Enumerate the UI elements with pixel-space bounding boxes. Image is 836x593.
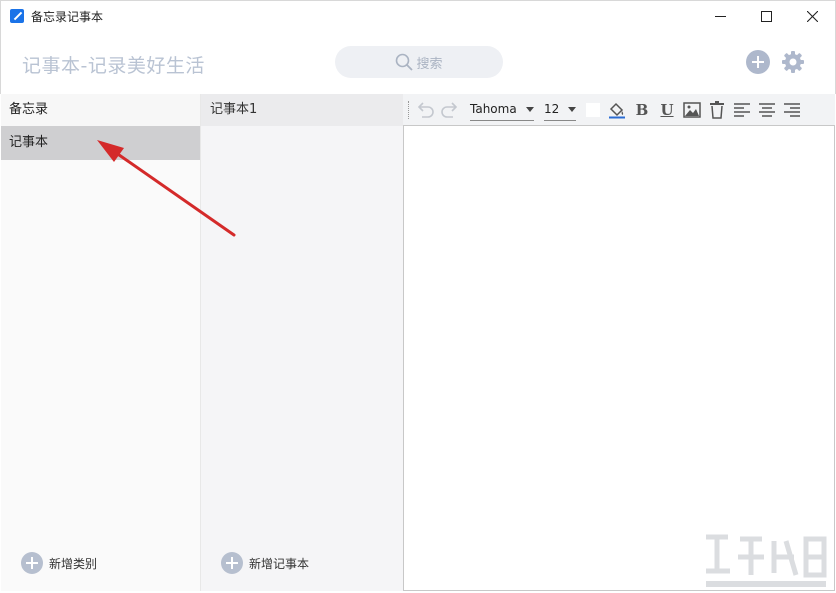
brand-title: 记事本-记录美好生活	[22, 55, 205, 77]
chevron-down-icon	[568, 106, 576, 112]
title-bar: 备忘录记事本	[0, 0, 836, 31]
align-right-icon	[784, 102, 800, 117]
format-toolbar: Tahoma 12 B U	[403, 94, 835, 125]
align-left-icon	[734, 102, 750, 117]
undo-button[interactable]	[414, 99, 436, 121]
add-note-footer-button[interactable]: 新增记事本	[221, 552, 309, 574]
search-icon	[396, 53, 414, 71]
align-left-button[interactable]	[731, 99, 753, 121]
note-item[interactable]: 记事本1	[201, 94, 403, 126]
insert-image-button[interactable]	[681, 99, 703, 121]
add-category-button[interactable]: 新增类别	[21, 552, 97, 574]
app-icon	[10, 9, 24, 23]
undo-icon	[417, 101, 434, 118]
editor-pane: Tahoma 12 B U	[403, 94, 835, 591]
maximize-icon	[760, 11, 772, 22]
category-item-notebook[interactable]: 记事本	[1, 126, 200, 160]
font-family-select[interactable]: Tahoma	[470, 99, 534, 121]
image-icon	[683, 101, 701, 118]
window-controls	[697, 1, 835, 32]
close-icon	[806, 11, 818, 22]
align-center-icon	[759, 102, 775, 117]
close-button[interactable]	[789, 1, 835, 32]
site-watermark	[706, 534, 827, 587]
align-center-button[interactable]	[756, 99, 778, 121]
window-title: 备忘录记事本	[31, 9, 104, 24]
app-header: 记事本-记录美好生活 搜索	[0, 31, 836, 94]
fill-color-button[interactable]	[606, 99, 628, 121]
add-circle-icon	[221, 552, 243, 574]
category-pane: 备忘录 记事本 新增类别	[1, 94, 201, 591]
toolbar-grip[interactable]	[408, 100, 410, 119]
font-size-value: 12	[544, 102, 560, 116]
font-family-value: Tahoma	[470, 102, 517, 116]
font-size-select[interactable]: 12	[544, 99, 576, 121]
minimize-button[interactable]	[697, 1, 743, 32]
add-circle-icon	[21, 552, 43, 574]
settings-button[interactable]	[781, 50, 805, 74]
search-placeholder: 搜索	[416, 56, 443, 72]
note-list-pane: 记事本1 新增记事本	[201, 94, 403, 591]
add-note-label: 新增记事本	[249, 556, 310, 571]
add-note-button[interactable]	[746, 50, 770, 74]
search-box[interactable]: 搜索	[335, 46, 503, 78]
redo-button[interactable]	[439, 99, 461, 121]
minimize-icon	[714, 16, 726, 17]
trash-icon	[710, 100, 724, 119]
underline-button[interactable]: U	[656, 99, 678, 121]
bold-button[interactable]: B	[631, 99, 653, 121]
paint-bucket-icon	[609, 102, 625, 118]
category-header[interactable]: 备忘录	[1, 94, 200, 126]
add-category-label: 新增类别	[49, 556, 98, 571]
maximize-button[interactable]	[743, 1, 789, 32]
redo-icon	[441, 101, 458, 118]
gear-icon	[782, 51, 804, 73]
align-right-button[interactable]	[781, 99, 803, 121]
delete-button[interactable]	[706, 99, 728, 121]
note-editor[interactable]	[403, 125, 835, 591]
chevron-down-icon	[526, 106, 534, 112]
text-color-swatch[interactable]	[586, 102, 600, 117]
